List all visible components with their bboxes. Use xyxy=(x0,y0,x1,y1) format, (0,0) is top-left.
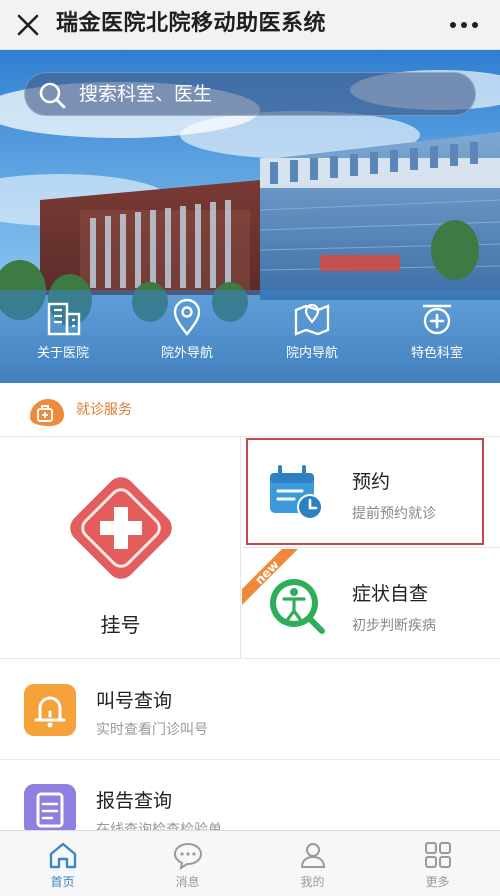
hospital-banner: 搜索科室、医生 关于医院 院外导航 院内导航 特色科室 xyxy=(0,50,500,383)
search-bar[interactable]: 搜索科室、医生 xyxy=(24,72,476,116)
page-title: 瑞金医院北院移动助医系统 xyxy=(56,11,327,36)
section-header: 就诊服务 xyxy=(0,383,500,437)
search-icon xyxy=(39,82,66,109)
queue-query-title: 叫号查询 xyxy=(96,690,173,712)
quick-link-label: 院内导航 xyxy=(285,346,338,361)
quick-link-about[interactable]: 关于医院 xyxy=(8,296,118,361)
report-query-title: 报告查询 xyxy=(96,790,173,812)
symptom-check-title: 症状自查 xyxy=(352,583,429,605)
home-icon xyxy=(49,842,76,869)
tab-profile[interactable]: 我的 xyxy=(250,831,375,896)
calendar-clock-icon xyxy=(270,465,323,520)
quick-link-label: 院外导航 xyxy=(160,346,213,361)
symptom-check-subtitle: 初步判断疾病 xyxy=(352,618,436,634)
tab-label: 消息 xyxy=(175,875,200,889)
registration-label: 挂号 xyxy=(100,613,141,637)
section-title: 就诊服务 xyxy=(76,402,132,418)
appointment-title: 预约 xyxy=(352,471,391,493)
service-bag-icon xyxy=(30,399,64,427)
title-bar: 瑞金医院北院移动助医系统 xyxy=(0,0,500,50)
chat-icon xyxy=(173,842,202,871)
tab-more[interactable]: 更多 xyxy=(375,831,500,896)
quick-link-indoor-navigation[interactable]: 院内导航 xyxy=(257,296,367,361)
user-icon xyxy=(300,843,325,868)
quick-link-label: 关于医院 xyxy=(36,346,89,361)
more-options-icon[interactable] xyxy=(446,10,482,40)
quick-link-outdoor-navigation[interactable]: 院外导航 xyxy=(132,296,242,361)
queue-query-row[interactable]: 叫号查询 实时查看门诊叫号 xyxy=(0,660,500,760)
tab-home[interactable]: 首页 xyxy=(0,831,125,896)
grid-icon xyxy=(424,842,451,868)
person-search-icon xyxy=(270,579,325,634)
search-placeholder: 搜索科室、医生 xyxy=(79,83,213,105)
registration-card[interactable]: 挂号 xyxy=(0,437,241,659)
bell-icon xyxy=(24,684,76,736)
tab-label: 首页 xyxy=(50,875,75,889)
medical-kit-icon xyxy=(423,304,451,335)
quick-link-label: 特色科室 xyxy=(410,346,463,361)
close-icon[interactable] xyxy=(12,9,44,41)
map-pin-icon xyxy=(173,298,201,336)
appointment-subtitle: 提前预约就诊 xyxy=(352,506,436,522)
quick-link-special-departments[interactable]: 特色科室 xyxy=(382,296,492,361)
tab-label: 更多 xyxy=(425,875,450,889)
tab-messages[interactable]: 消息 xyxy=(125,831,250,896)
queue-query-subtitle: 实时查看门诊叫号 xyxy=(96,722,208,738)
tab-label: 我的 xyxy=(300,875,325,889)
appointment-card[interactable]: 预约 提前预约就诊 xyxy=(242,437,500,548)
hospital-building-icon xyxy=(47,302,81,336)
red-cross-icon xyxy=(70,477,172,579)
bottom-tab-bar: 首页 消息 我的 更多 xyxy=(0,830,500,896)
symptom-check-card[interactable]: new 症状自查 初步判断疾病 xyxy=(242,549,500,659)
indoor-map-icon xyxy=(294,303,330,336)
